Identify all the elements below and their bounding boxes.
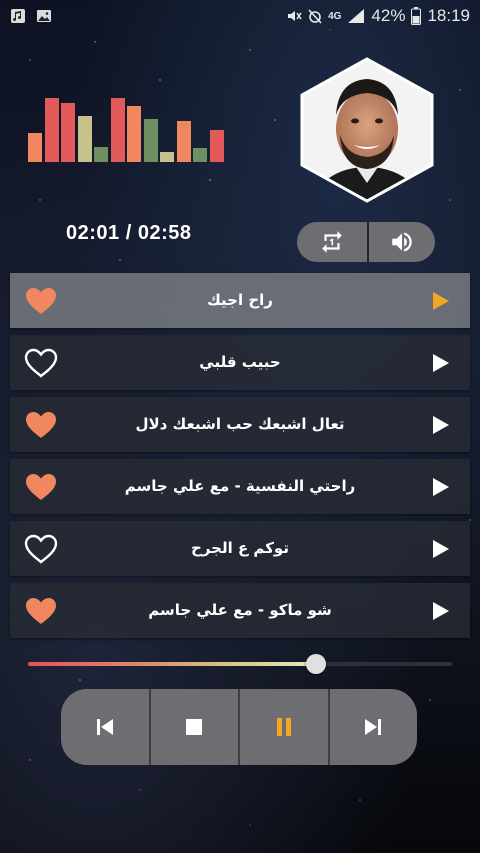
track-row[interactable]: شو ماكو - مع علي جاسم — [10, 583, 470, 638]
track-title: راح اجيك — [207, 291, 273, 309]
equalizer-bar — [110, 98, 125, 162]
equalizer-bar — [127, 106, 141, 162]
pause-icon — [276, 718, 291, 736]
network-type: 4G — [328, 10, 342, 22]
equalizer-bar — [44, 98, 59, 162]
mute-icon — [288, 11, 302, 21]
play-icon[interactable] — [430, 539, 450, 559]
track-title: حبيب قلبي — [199, 353, 281, 371]
play-icon[interactable] — [430, 477, 450, 497]
seek-bar[interactable] — [28, 654, 452, 674]
battery-percent: 42% — [371, 6, 406, 25]
equalizer-bar — [193, 148, 207, 162]
volume-button[interactable] — [369, 222, 435, 262]
heart-icon[interactable] — [24, 472, 58, 502]
artist-avatar — [300, 57, 434, 203]
seek-handle[interactable] — [306, 654, 327, 674]
equalizer-bar — [77, 116, 92, 162]
equalizer-bar — [209, 130, 224, 162]
track-list: راح اجيك حبيب قلبي تعال اشبعك حب اشبعك د… — [10, 273, 470, 645]
equalizer-bar — [28, 133, 42, 162]
track-row[interactable]: توكم ع الجرح — [10, 521, 470, 576]
previous-button[interactable] — [61, 689, 151, 765]
skip-next-icon — [365, 719, 382, 735]
pause-button[interactable] — [240, 689, 330, 765]
play-icon[interactable] — [430, 601, 450, 621]
equalizer-bar — [143, 119, 158, 162]
heart-icon[interactable] — [24, 534, 58, 564]
heart-icon[interactable] — [24, 348, 58, 378]
repeat-button[interactable] — [297, 222, 367, 262]
signal-icon — [348, 9, 365, 23]
track-row[interactable]: راحتي النفسية - مع علي جاسم — [10, 459, 470, 514]
alarm-off-icon — [308, 9, 322, 24]
play-icon[interactable] — [430, 353, 450, 373]
player-controls — [61, 689, 417, 765]
track-title: شو ماكو - مع علي جاسم — [148, 601, 332, 619]
track-title: تعال اشبعك حب اشبعك دلال — [135, 415, 345, 433]
clock: 18:19 — [427, 6, 470, 25]
volume-icon — [392, 232, 412, 252]
play-icon[interactable] — [430, 291, 450, 311]
track-title: راحتي النفسية - مع علي جاسم — [124, 477, 356, 495]
music-notification-icon — [11, 9, 25, 23]
heart-icon[interactable] — [24, 410, 58, 440]
track-row[interactable]: حبيب قلبي — [10, 335, 470, 390]
repeat-one-icon — [322, 231, 342, 253]
track-row[interactable]: راح اجيك — [10, 273, 470, 328]
battery-icon — [411, 7, 422, 25]
track-title: توكم ع الجرح — [191, 539, 289, 557]
stop-icon — [186, 719, 203, 735]
equalizer-visualizer — [28, 92, 228, 162]
gallery-notification-icon — [37, 10, 51, 22]
status-bar: 4G 42% 18:19 — [0, 0, 480, 32]
heart-icon[interactable] — [24, 286, 58, 316]
next-button[interactable] — [329, 689, 417, 765]
heart-icon[interactable] — [24, 596, 58, 626]
equalizer-bar — [160, 152, 174, 162]
stop-button[interactable] — [150, 689, 240, 765]
seek-fill — [28, 662, 317, 666]
equalizer-bar — [94, 147, 108, 162]
play-icon[interactable] — [430, 415, 450, 435]
elapsed-time: 02:01 / 02:58 — [66, 222, 192, 244]
equalizer-bar — [61, 103, 75, 162]
track-row[interactable]: تعال اشبعك حب اشبعك دلال — [10, 397, 470, 452]
equalizer-bar — [176, 121, 191, 162]
skip-previous-icon — [96, 719, 113, 735]
